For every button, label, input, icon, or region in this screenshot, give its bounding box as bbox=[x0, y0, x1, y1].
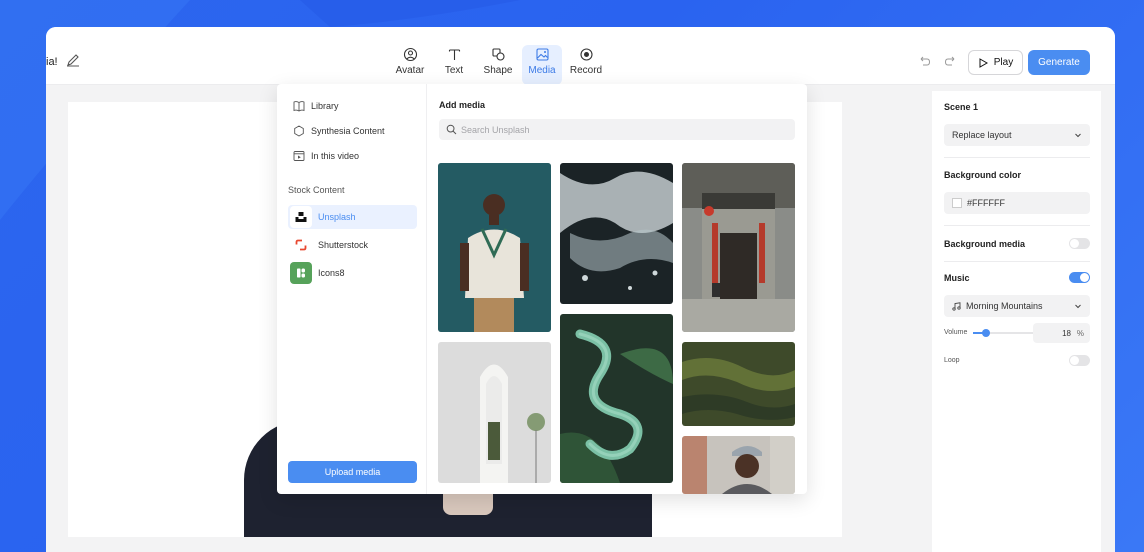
tool-media[interactable]: Media bbox=[522, 45, 562, 85]
avatar-icon bbox=[403, 47, 417, 62]
thumbnail-image bbox=[682, 163, 795, 332]
music-track-value: Morning Mountains bbox=[966, 301, 1043, 311]
background-color-field[interactable]: #FFFFFF bbox=[944, 192, 1090, 214]
media-thumbnail[interactable] bbox=[682, 342, 795, 426]
tool-record-label: Record bbox=[569, 65, 603, 76]
tool-media-label: Media bbox=[528, 65, 556, 76]
search-icon bbox=[446, 124, 457, 135]
nav-synthesia-content[interactable]: Synthesia Content bbox=[288, 121, 418, 141]
tool-avatar[interactable]: Avatar bbox=[390, 45, 430, 85]
divider bbox=[944, 261, 1090, 262]
media-thumbnail[interactable] bbox=[682, 436, 795, 494]
undo-icon[interactable] bbox=[917, 54, 931, 68]
shape-icon bbox=[491, 48, 505, 61]
source-icons8[interactable]: Icons8 bbox=[288, 261, 417, 285]
source-icons8-label: Icons8 bbox=[318, 268, 345, 278]
layout-select[interactable]: Replace layout bbox=[944, 124, 1090, 146]
chevron-down-icon bbox=[1075, 133, 1081, 138]
thumbnail-image bbox=[438, 163, 551, 332]
upload-media-button[interactable]: Upload media bbox=[288, 461, 417, 483]
tool-avatar-label: Avatar bbox=[395, 65, 425, 76]
media-thumbnail[interactable] bbox=[438, 342, 551, 483]
thumbnail-image bbox=[682, 436, 795, 494]
thumbnail-image bbox=[560, 163, 673, 304]
tool-shape-label: Shape bbox=[483, 65, 513, 76]
layout-select-value: Replace layout bbox=[952, 130, 1012, 140]
thumbnail-image bbox=[438, 342, 551, 483]
media-thumbnail[interactable] bbox=[438, 163, 551, 332]
icons8-logo bbox=[290, 262, 312, 284]
play-label: Play bbox=[993, 57, 1014, 68]
book-icon bbox=[293, 101, 305, 112]
tool-text[interactable]: Text bbox=[434, 45, 474, 85]
search-bar[interactable] bbox=[439, 119, 795, 140]
music-note-icon bbox=[952, 301, 961, 311]
media-icon bbox=[535, 48, 549, 61]
nav-library[interactable]: Library bbox=[288, 96, 418, 116]
media-popover: Library Synthesia Content In this video … bbox=[277, 84, 807, 494]
play-button[interactable]: Play bbox=[968, 50, 1023, 75]
video-frame-icon bbox=[293, 151, 305, 161]
volume-input[interactable]: 18 % bbox=[1033, 323, 1090, 343]
media-thumbnail[interactable] bbox=[560, 314, 673, 483]
source-shutterstock-label: Shutterstock bbox=[318, 240, 369, 250]
divider bbox=[944, 225, 1090, 226]
background-media-toggle[interactable] bbox=[1069, 238, 1090, 249]
nav-synthesia-label: Synthesia Content bbox=[311, 126, 385, 136]
loop-toggle[interactable] bbox=[1069, 355, 1090, 366]
tool-shape[interactable]: Shape bbox=[478, 45, 518, 85]
top-toolbar: ia! Avatar Text Shape Media Record Play … bbox=[46, 27, 1115, 85]
volume-value: 18 bbox=[1062, 329, 1071, 338]
add-media-title: Add media bbox=[439, 100, 486, 110]
redo-icon[interactable] bbox=[944, 54, 958, 68]
stock-content-label: Stock Content bbox=[288, 185, 345, 195]
nav-in-this-video-label: In this video bbox=[311, 151, 360, 161]
nav-library-label: Library bbox=[311, 101, 339, 111]
properties-panel: Scene 1 Replace layout Background color … bbox=[932, 91, 1101, 552]
text-icon bbox=[448, 49, 460, 60]
pencil-icon[interactable] bbox=[66, 53, 80, 67]
play-icon bbox=[979, 57, 988, 68]
synthesia-icon bbox=[294, 125, 304, 137]
background-color-label: Background color bbox=[944, 170, 1022, 180]
editor-window: ia! Avatar Text Shape Media Record Play … bbox=[46, 27, 1115, 552]
record-icon bbox=[579, 48, 593, 61]
video-title[interactable]: ia! bbox=[46, 56, 58, 68]
shutterstock-logo bbox=[290, 234, 312, 256]
background-media-label: Background media bbox=[944, 239, 1026, 249]
source-unsplash-label: Unsplash bbox=[318, 212, 356, 222]
volume-label: Volume bbox=[944, 329, 968, 336]
loop-label: Loop bbox=[944, 357, 960, 364]
unsplash-logo bbox=[290, 206, 312, 228]
thumbnail-image bbox=[560, 314, 673, 483]
music-label: Music bbox=[944, 273, 970, 283]
generate-button[interactable]: Generate bbox=[1028, 50, 1090, 75]
media-sidebar: Library Synthesia Content In this video … bbox=[277, 84, 427, 494]
volume-slider-handle[interactable] bbox=[981, 329, 990, 337]
tool-text-label: Text bbox=[444, 65, 464, 76]
music-toggle[interactable] bbox=[1069, 272, 1090, 283]
media-thumbnail[interactable] bbox=[682, 163, 795, 332]
source-shutterstock[interactable]: Shutterstock bbox=[288, 233, 417, 257]
search-input[interactable] bbox=[461, 122, 781, 137]
thumbnail-image bbox=[682, 342, 795, 426]
scene-title: Scene 1 bbox=[944, 102, 979, 112]
source-unsplash[interactable]: Unsplash bbox=[288, 205, 417, 229]
tool-record[interactable]: Record bbox=[566, 45, 606, 85]
chevron-down-icon bbox=[1075, 304, 1081, 309]
background-color-value: #FFFFFF bbox=[967, 198, 1005, 208]
color-swatch bbox=[952, 198, 962, 208]
media-thumbnail[interactable] bbox=[560, 163, 673, 304]
music-track-select[interactable]: Morning Mountains bbox=[944, 295, 1090, 317]
divider bbox=[944, 157, 1090, 158]
volume-unit: % bbox=[1076, 329, 1084, 338]
media-browser: Add media bbox=[427, 84, 807, 494]
nav-in-this-video[interactable]: In this video bbox=[288, 146, 418, 166]
